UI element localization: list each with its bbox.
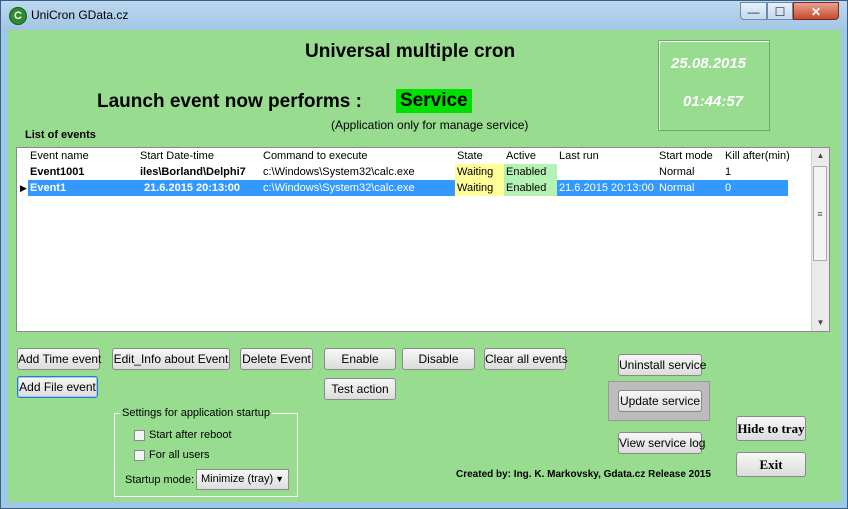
- event-name: Event1: [30, 182, 67, 194]
- for-all-users-label[interactable]: For all users: [149, 449, 210, 461]
- grid-header: Event name Start Date-time Command to ex…: [17, 148, 812, 164]
- table-row[interactable]: Event1001 iles\Borland\Delphi7 c:\Window…: [17, 164, 812, 180]
- launch-label: Launch event now performs :: [97, 91, 362, 112]
- grid-scrollbar[interactable]: ▲ ≡ ▼: [811, 148, 829, 331]
- close-button[interactable]: ✕: [793, 2, 839, 20]
- event-start: iles\Borland\Delphi7: [140, 166, 246, 178]
- event-kill-after: 0: [725, 182, 732, 194]
- for-all-users-checkbox[interactable]: [134, 450, 145, 461]
- clear-all-events-button[interactable]: Clear all events: [484, 348, 568, 370]
- startup-mode-label: Startup mode:: [125, 474, 195, 486]
- event-name: Event1001: [30, 166, 85, 178]
- enable-button[interactable]: Enable: [324, 348, 396, 370]
- disable-button[interactable]: Disable: [402, 348, 475, 370]
- column-header[interactable]: Command to execute: [263, 148, 368, 164]
- update-service-button[interactable]: Update service: [618, 390, 702, 412]
- column-header[interactable]: Active: [506, 148, 536, 164]
- app-window: C UniCron GData.cz — ☐ ✕ Universal multi…: [0, 0, 848, 509]
- startup-mode-select[interactable]: Minimize (tray) ▼: [196, 469, 289, 490]
- event-start-mode: Normal: [659, 182, 695, 194]
- view-service-log-button[interactable]: View service log: [618, 432, 705, 454]
- clock-panel: 25.08.2015 01:44:57: [658, 40, 770, 131]
- clock-time: 01:44:57: [683, 93, 744, 110]
- event-active: Enabled: [504, 180, 557, 196]
- window-title: UniCron GData.cz: [31, 8, 129, 22]
- hide-to-tray-button[interactable]: Hide to tray: [736, 416, 806, 441]
- event-command: c:\Windows\System32\calc.exe: [263, 182, 415, 194]
- main-title: Universal multiple cron: [305, 41, 516, 62]
- event-start: 21.6.2015 20:13:00: [144, 182, 241, 194]
- startup-mode-value: Minimize (tray): [201, 473, 274, 485]
- start-after-reboot-checkbox[interactable]: [134, 430, 145, 441]
- scroll-thumb[interactable]: ≡: [813, 166, 827, 261]
- events-section-label: List of events: [25, 129, 96, 141]
- maximize-button[interactable]: ☐: [767, 2, 793, 20]
- mode-badge: Service: [396, 89, 472, 113]
- credits-text: Created by: Ing. K. Markovsky, Gdata.cz …: [456, 469, 711, 480]
- test-action-button[interactable]: Test action: [324, 378, 396, 400]
- title-bar[interactable]: C UniCron GData.cz — ☐ ✕: [1, 1, 847, 29]
- event-start-mode: Normal: [659, 166, 695, 178]
- column-header[interactable]: Event name: [30, 148, 89, 164]
- event-last-run: 21.6.2015 20:13:00: [559, 182, 654, 194]
- event-command: c:\Windows\System32\calc.exe: [263, 166, 415, 178]
- event-active: Enabled: [504, 164, 557, 180]
- scroll-up-icon[interactable]: ▲: [812, 148, 829, 164]
- startup-group-title: Settings for application startup: [120, 407, 272, 419]
- event-state: Waiting: [455, 180, 505, 196]
- mode-note: (Application only for manage service): [331, 118, 529, 132]
- clock-date: 25.08.2015: [671, 55, 747, 72]
- start-after-reboot-label[interactable]: Start after reboot: [149, 429, 232, 441]
- uninstall-service-button[interactable]: Uninstall service: [618, 354, 706, 376]
- event-kill-after: 1: [725, 166, 732, 178]
- scroll-down-icon[interactable]: ▼: [812, 315, 829, 331]
- app-icon[interactable]: C: [9, 7, 27, 25]
- exit-button[interactable]: Exit: [736, 452, 806, 477]
- add-file-event-button[interactable]: Add File event: [17, 376, 98, 398]
- add-time-event-button[interactable]: Add Time event: [17, 348, 101, 370]
- main-panel: Universal multiple cron Launch event now…: [8, 30, 841, 502]
- column-header[interactable]: Kill after(min): [725, 148, 790, 164]
- delete-event-button[interactable]: Delete Event: [240, 348, 313, 370]
- column-header[interactable]: Start mode: [659, 148, 713, 164]
- chevron-down-icon: ▼: [275, 474, 284, 484]
- events-grid[interactable]: Event name Start Date-time Command to ex…: [16, 147, 830, 332]
- event-state: Waiting: [455, 164, 505, 180]
- column-header[interactable]: Start Date-time: [140, 148, 214, 164]
- event-last-run: [559, 164, 657, 180]
- minimize-button[interactable]: —: [740, 2, 767, 20]
- column-header[interactable]: State: [457, 148, 483, 164]
- column-header[interactable]: Last run: [559, 148, 599, 164]
- row-indicator-icon: ▶: [20, 183, 27, 193]
- edit-info-button[interactable]: Edit_Info about Event: [112, 348, 230, 370]
- table-row-selected[interactable]: Event1 21.6.2015 20:13:00 c:\Windows\Sys…: [28, 180, 788, 196]
